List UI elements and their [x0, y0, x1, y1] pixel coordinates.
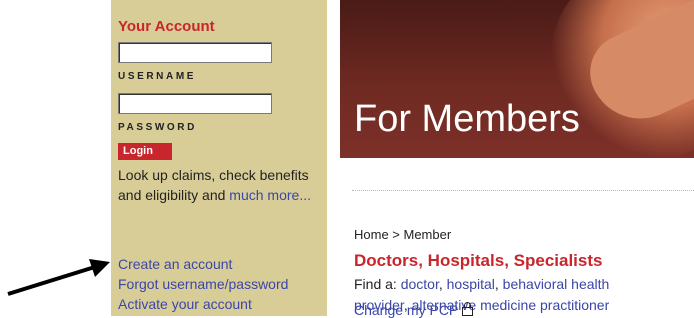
breadcrumb: Home > Member	[354, 227, 452, 242]
arrow-icon	[7, 259, 110, 296]
section-title: Doctors, Hospitals, Specialists	[354, 251, 603, 270]
account-blurb: Look up claims, check benefits and eligi…	[118, 165, 318, 205]
account-title: Your Account	[118, 18, 215, 35]
account-sidebar: Your Account USERNAME PASSWORD Login Loo…	[111, 0, 327, 316]
find-prefix: Find a:	[354, 276, 401, 292]
doctor-link[interactable]: doctor	[401, 276, 439, 292]
username-label: USERNAME	[118, 71, 197, 82]
behavioral-health-link[interactable]: behavioral health	[503, 276, 610, 292]
lock-icon	[462, 302, 474, 316]
members-banner: For Members	[340, 0, 694, 158]
account-links: Create an account Forgot username/passwo…	[118, 254, 288, 314]
banner-title: For Members	[354, 98, 580, 140]
divider	[352, 190, 694, 191]
forgot-credentials-link[interactable]: Forgot username/password	[118, 274, 288, 294]
create-account-link[interactable]: Create an account	[118, 254, 288, 274]
login-button[interactable]: Login	[118, 143, 172, 160]
username-input[interactable]	[118, 42, 272, 63]
password-input[interactable]	[118, 93, 272, 114]
much-more-link[interactable]: much more...	[229, 187, 311, 203]
activate-account-link[interactable]: Activate your account	[118, 294, 288, 314]
password-label: PASSWORD	[118, 122, 197, 133]
hospital-link[interactable]: hospital	[447, 276, 495, 292]
